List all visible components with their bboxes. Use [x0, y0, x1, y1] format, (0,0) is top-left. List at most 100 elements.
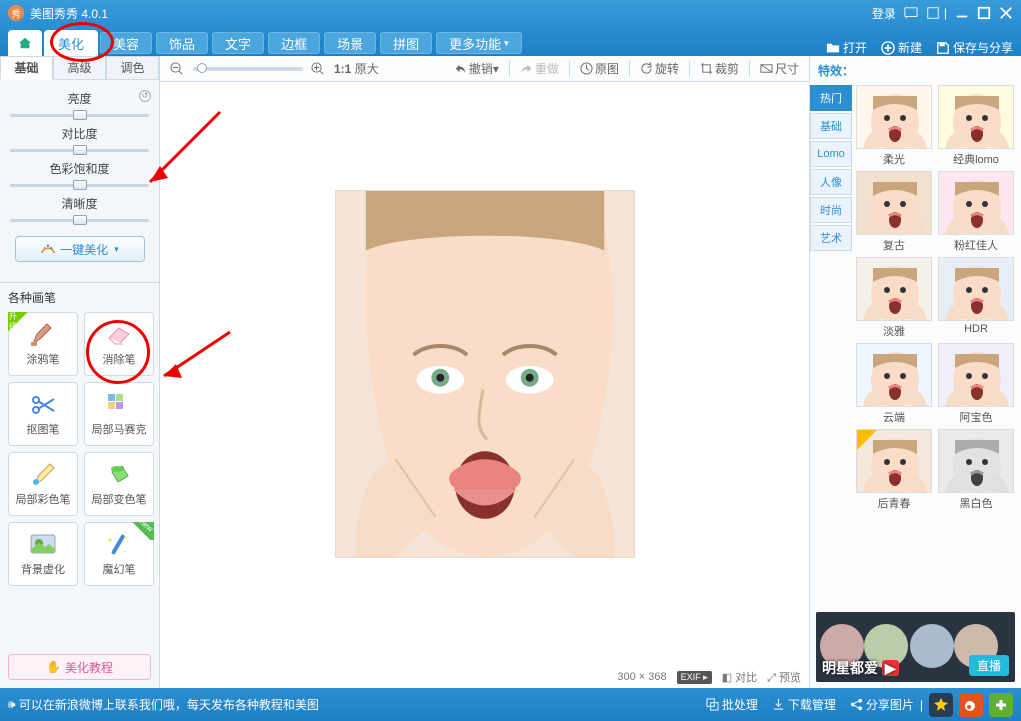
- subtabs: 基础 高级 调色: [0, 56, 159, 80]
- rotate-button[interactable]: 旋转: [640, 60, 679, 77]
- contrast-label: 对比度: [61, 125, 97, 142]
- effect-item[interactable]: HDR: [938, 257, 1014, 339]
- preview-button[interactable]: ⤢ 预览: [767, 669, 801, 685]
- effect-thumb: [856, 171, 932, 235]
- canvas[interactable]: [160, 82, 809, 666]
- effect-item[interactable]: 粉红佳人: [938, 171, 1014, 253]
- onekey-beautify-button[interactable]: 一键美化: [15, 236, 145, 262]
- app-logo-icon: 秀: [8, 5, 24, 21]
- login-link[interactable]: 登录: [872, 5, 896, 22]
- share-image-button[interactable]: 分享图片: [850, 696, 914, 713]
- feedback-icon[interactable]: [904, 6, 918, 21]
- exif-button[interactable]: EXIF ▸: [677, 671, 712, 684]
- tab-collage[interactable]: 拼图: [380, 32, 432, 54]
- center-area: 1:1 原大 撤销 ▾ 重做 原图 旋转 裁剪 尺寸: [160, 56, 809, 688]
- undo-button[interactable]: 撤销 ▾: [454, 60, 499, 77]
- new-badge-icon: new: [128, 522, 154, 540]
- divider: |: [920, 698, 923, 712]
- dimensions-label: 300 × 368: [617, 671, 666, 683]
- qzone-icon[interactable]: [929, 693, 953, 717]
- effect-item[interactable]: 柔光: [856, 85, 932, 167]
- home-tab[interactable]: [8, 30, 42, 56]
- fxcat-fashion[interactable]: 时尚: [810, 197, 852, 223]
- fxcat-hot[interactable]: 热门: [810, 85, 852, 111]
- brightness-label: 亮度: [67, 90, 91, 107]
- effect-item[interactable]: 后青春: [856, 429, 932, 511]
- brightness-slider[interactable]: [10, 109, 149, 121]
- zoom-slider[interactable]: [193, 67, 303, 71]
- subtab-basic[interactable]: 基础: [0, 56, 53, 80]
- save-share-button[interactable]: 保存与分享: [936, 39, 1013, 56]
- effect-label: 经典lomo: [938, 151, 1014, 167]
- subtab-advanced[interactable]: 高级: [53, 56, 106, 80]
- zoom-out-button[interactable]: [170, 62, 185, 75]
- maximize-button[interactable]: [977, 6, 991, 21]
- tab-face[interactable]: 美容: [100, 32, 152, 54]
- zoom-in-button[interactable]: [311, 62, 326, 75]
- effect-label: 黑白色: [938, 495, 1014, 511]
- effect-thumb: [938, 257, 1014, 321]
- divider: |: [944, 6, 947, 20]
- crop-button[interactable]: 裁剪: [700, 60, 739, 77]
- minimize-button[interactable]: [955, 6, 969, 21]
- tab-beautify[interactable]: 美化: [44, 30, 98, 56]
- effect-item[interactable]: 黑白色: [938, 429, 1014, 511]
- fxcat-art[interactable]: 艺术: [810, 225, 852, 251]
- redo-button[interactable]: 重做: [520, 60, 559, 77]
- sharpness-slider[interactable]: [10, 214, 149, 226]
- brushes-header: 各种画笔: [0, 283, 159, 308]
- effect-item[interactable]: 复古: [856, 171, 932, 253]
- effect-thumb: [938, 85, 1014, 149]
- saturation-slider[interactable]: [10, 179, 149, 191]
- effect-categories: 热门 基础 Lomo 人像 时尚 艺术: [810, 85, 852, 608]
- size-button[interactable]: 尺寸: [760, 60, 799, 77]
- brush-eraser[interactable]: 消除笔: [84, 312, 154, 376]
- subtab-tone[interactable]: 调色: [106, 56, 159, 80]
- new-button[interactable]: 新建: [881, 39, 922, 56]
- tab-ornament[interactable]: 饰品: [156, 32, 208, 54]
- weibo-icon[interactable]: [959, 693, 983, 717]
- brush-magic[interactable]: new魔幻笔: [84, 522, 154, 586]
- annotation-arrow-icon: [150, 322, 240, 392]
- effect-item[interactable]: 经典lomo: [938, 85, 1014, 167]
- title-bar: 秀 美图秀秀 4.0.1 登录 |: [0, 0, 1021, 26]
- tab-more[interactable]: 更多功能: [436, 32, 522, 54]
- effect-item[interactable]: 阿宝色: [938, 343, 1014, 425]
- effect-label: 粉红佳人: [938, 237, 1014, 253]
- promo-banner[interactable]: 明星都爱 ▶ 直播: [816, 612, 1015, 682]
- reset-icon[interactable]: ↺: [139, 90, 151, 102]
- effect-item[interactable]: 淡雅: [856, 257, 932, 339]
- tab-text[interactable]: 文字: [212, 32, 264, 54]
- skin-icon[interactable]: [926, 6, 940, 21]
- open-button[interactable]: 打开: [826, 39, 867, 56]
- app-title: 美图秀秀 4.0.1: [30, 5, 108, 22]
- download-mgr-button[interactable]: 下载管理: [772, 696, 836, 713]
- brush-blur[interactable]: 背景虚化: [8, 522, 78, 586]
- brush-doodle[interactable]: 升级涂鸦笔: [8, 312, 78, 376]
- effect-thumb: [856, 429, 932, 493]
- effects-panel: 特效： 热门 基础 Lomo 人像 时尚 艺术 柔光经典lomo复古粉红佳人淡雅…: [809, 56, 1021, 688]
- tab-scene[interactable]: 场景: [324, 32, 376, 54]
- contrast-slider[interactable]: [10, 144, 149, 156]
- fxcat-basic[interactable]: 基础: [810, 113, 852, 139]
- effect-thumb: [856, 257, 932, 321]
- brush-mosaic[interactable]: 局部马赛克: [84, 382, 154, 446]
- tutorial-button[interactable]: ✋ 美化教程: [8, 654, 151, 680]
- zoom-ratio[interactable]: 1:1 原大: [334, 60, 379, 77]
- brush-cutout[interactable]: 抠图笔: [8, 382, 78, 446]
- brush-color[interactable]: 局部彩色笔: [8, 452, 78, 516]
- sound-icon[interactable]: 🕪: [8, 697, 16, 712]
- batch-button[interactable]: 批处理: [706, 696, 758, 713]
- close-button[interactable]: [999, 6, 1013, 21]
- effect-label: 阿宝色: [938, 409, 1014, 425]
- add-share-icon[interactable]: [989, 693, 1013, 717]
- effect-label: 淡雅: [856, 323, 932, 339]
- brush-recolor[interactable]: 局部变色笔: [84, 452, 154, 516]
- paintbrush-icon: [28, 321, 58, 349]
- fxcat-portrait[interactable]: 人像: [810, 169, 852, 195]
- compare-button[interactable]: ◧ 对比: [722, 669, 757, 685]
- fxcat-lomo[interactable]: Lomo: [810, 141, 852, 167]
- tab-frame[interactable]: 边框: [268, 32, 320, 54]
- effect-item[interactable]: 云端: [856, 343, 932, 425]
- original-button[interactable]: 原图: [580, 60, 619, 77]
